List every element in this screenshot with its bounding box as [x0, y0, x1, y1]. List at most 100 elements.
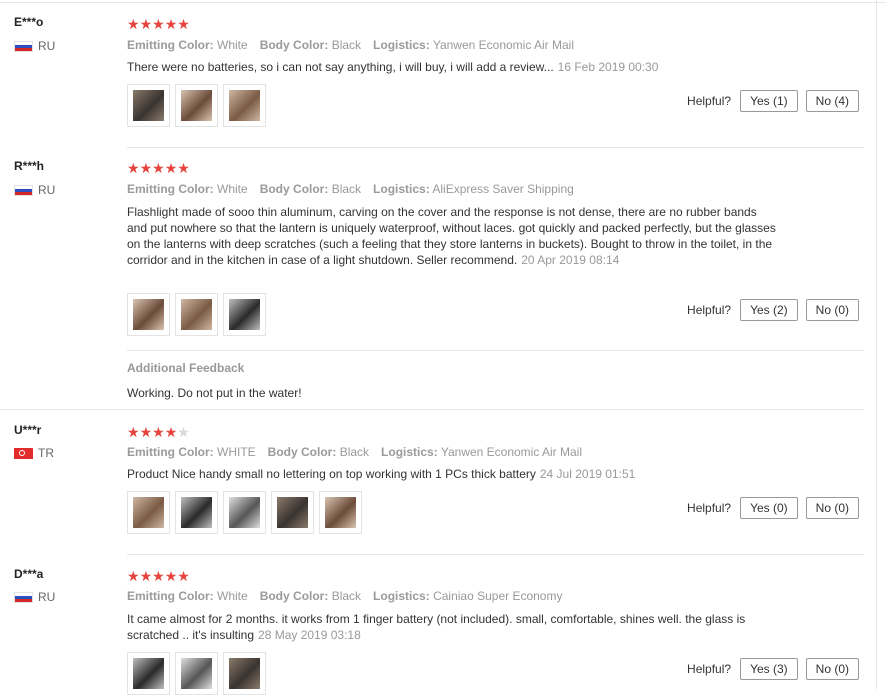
review-photo-thumbnail[interactable] — [175, 491, 218, 534]
review-divider — [127, 147, 864, 148]
star-filled-icon: ★ — [139, 568, 153, 584]
russia-flag-icon — [14, 40, 33, 52]
review-photo-thumbnail[interactable] — [127, 491, 170, 534]
review-date: 20 Apr 2019 08:14 — [521, 253, 620, 267]
helpful-yes-button[interactable]: Yes (1) — [740, 90, 798, 112]
star-rating: ★★★★★ — [127, 161, 190, 175]
helpful-yes-button[interactable]: Yes (3) — [740, 658, 798, 680]
right-border — [876, 0, 877, 689]
emitting-color-value: White — [217, 182, 248, 196]
review-date: 16 Feb 2019 00:30 — [557, 60, 659, 74]
star-filled-icon: ★ — [152, 160, 165, 176]
helpful-no-button[interactable]: No (0) — [805, 658, 859, 680]
body-color-value: Black — [331, 589, 362, 603]
star-filled-icon: ★ — [127, 568, 140, 584]
logistics-label: Logistics: — [373, 38, 430, 52]
emitting-color-label: Emitting Color: — [127, 589, 214, 603]
star-filled-icon: ★ — [177, 568, 190, 584]
logistics-label: Logistics: — [381, 445, 438, 459]
body-color-value: Black — [331, 182, 362, 196]
helpful-yes-button[interactable]: Yes (2) — [740, 299, 798, 321]
logistics-label: Logistics: — [373, 589, 430, 603]
flashlight-photo-image — [181, 299, 212, 330]
star-filled-icon: ★ — [164, 568, 178, 584]
helpful-no-button[interactable]: No (0) — [805, 299, 859, 321]
logistics-value: Yanwen Economic Air Mail — [432, 38, 575, 52]
additional-feedback-title: Additional Feedback — [127, 361, 245, 375]
reviewer-country: RU — [14, 39, 55, 53]
helpful-label: Helpful? — [687, 662, 732, 676]
review-photo-thumbnail[interactable] — [271, 491, 314, 534]
flashlight-photo-image — [133, 299, 164, 330]
reviewer-name: U***r — [14, 423, 42, 437]
star-filled-icon: ★ — [139, 16, 153, 32]
russia-flag-icon — [14, 184, 33, 196]
helpful-label: Helpful? — [687, 303, 732, 317]
flashlight-photo-image — [133, 497, 164, 528]
additional-feedback-text: Working. Do not put in the water! — [127, 386, 302, 400]
turkey-flag-icon — [14, 447, 33, 459]
flashlight-photo-image — [133, 90, 164, 121]
review-text: Product Nice handy small no lettering on… — [127, 466, 777, 482]
flashlight-photo-image — [229, 658, 260, 689]
review-attributes: Emitting Color: White Body Color: Black Lo… — [127, 38, 574, 52]
star-filled-icon: ★ — [127, 424, 140, 440]
helpful-vote: Helpful? Yes (2) No (0) — [687, 299, 859, 321]
review-photos — [127, 491, 362, 534]
review-body: Flashlight made of sooo thin aluminum, c… — [127, 205, 776, 267]
star-filled-icon: ★ — [164, 16, 178, 32]
helpful-vote: Helpful? Yes (3) No (0) — [687, 658, 859, 680]
review-photo-thumbnail[interactable] — [175, 293, 218, 336]
reviewer-name: E***o — [14, 15, 44, 29]
star-rating: ★★★★★ — [127, 425, 190, 439]
review-photo-thumbnail[interactable] — [223, 293, 266, 336]
review-date: 24 Jul 2019 01:51 — [539, 467, 636, 481]
flashlight-photo-image — [277, 497, 308, 528]
review-divider — [127, 554, 864, 555]
helpful-label: Helpful? — [687, 501, 732, 515]
helpful-no-button[interactable]: No (0) — [805, 497, 859, 519]
helpful-yes-button[interactable]: Yes (0) — [740, 497, 798, 519]
reviewer-country: RU — [14, 590, 55, 604]
flashlight-photo-image — [229, 497, 260, 528]
star-filled-icon: ★ — [164, 424, 178, 440]
russia-flag-icon — [14, 591, 33, 603]
star-filled-icon: ★ — [152, 568, 165, 584]
helpful-vote: Helpful? Yes (0) No (0) — [687, 497, 859, 519]
flashlight-photo-image — [181, 497, 212, 528]
review-photo-thumbnail[interactable] — [223, 84, 266, 127]
review-attributes: Emitting Color: White Body Color: Black Lo… — [127, 589, 562, 603]
reviewer-country: TR — [14, 446, 54, 460]
review-body: There were no batteries, so i can not sa… — [127, 60, 554, 74]
helpful-no-button[interactable]: No (4) — [805, 90, 859, 112]
emitting-color-value: WHITE — [217, 445, 256, 459]
review-text: Flashlight made of sooo thin aluminum, c… — [127, 204, 777, 268]
country-code: RU — [38, 39, 56, 53]
reviewer-name: R***h — [14, 159, 45, 173]
review-attributes: Emitting Color: White Body Color: Black Lo… — [127, 182, 574, 196]
top-divider — [0, 2, 886, 3]
emitting-color-label: Emitting Color: — [127, 38, 214, 52]
review-text: It came almost for 2 months. it works fr… — [127, 611, 777, 643]
country-code: TR — [38, 446, 54, 460]
logistics-label: Logistics: — [373, 182, 430, 196]
review-photo-thumbnail[interactable] — [127, 293, 170, 336]
feedback-divider — [127, 350, 864, 351]
emitting-color-value: White — [217, 589, 248, 603]
review-photo-thumbnail[interactable] — [223, 491, 266, 534]
body-color-label: Body Color: — [267, 445, 337, 459]
review-photos — [127, 293, 266, 336]
review-photo-thumbnail[interactable] — [127, 84, 170, 127]
review-body: It came almost for 2 months. it works fr… — [127, 612, 746, 642]
review-photo-thumbnail[interactable] — [175, 84, 218, 127]
star-filled-icon: ★ — [164, 160, 178, 176]
flashlight-photo-image — [229, 299, 260, 330]
emitting-color-label: Emitting Color: — [127, 182, 214, 196]
emitting-color-value: White — [217, 38, 248, 52]
helpful-label: Helpful? — [687, 94, 732, 108]
review-text: There were no batteries, so i can not sa… — [127, 59, 777, 75]
review-attributes: Emitting Color: WHITE Body Color: Black Lo… — [127, 445, 582, 459]
flashlight-photo-image — [181, 658, 212, 689]
body-color-label: Body Color: — [259, 182, 329, 196]
review-photo-thumbnail[interactable] — [319, 491, 362, 534]
